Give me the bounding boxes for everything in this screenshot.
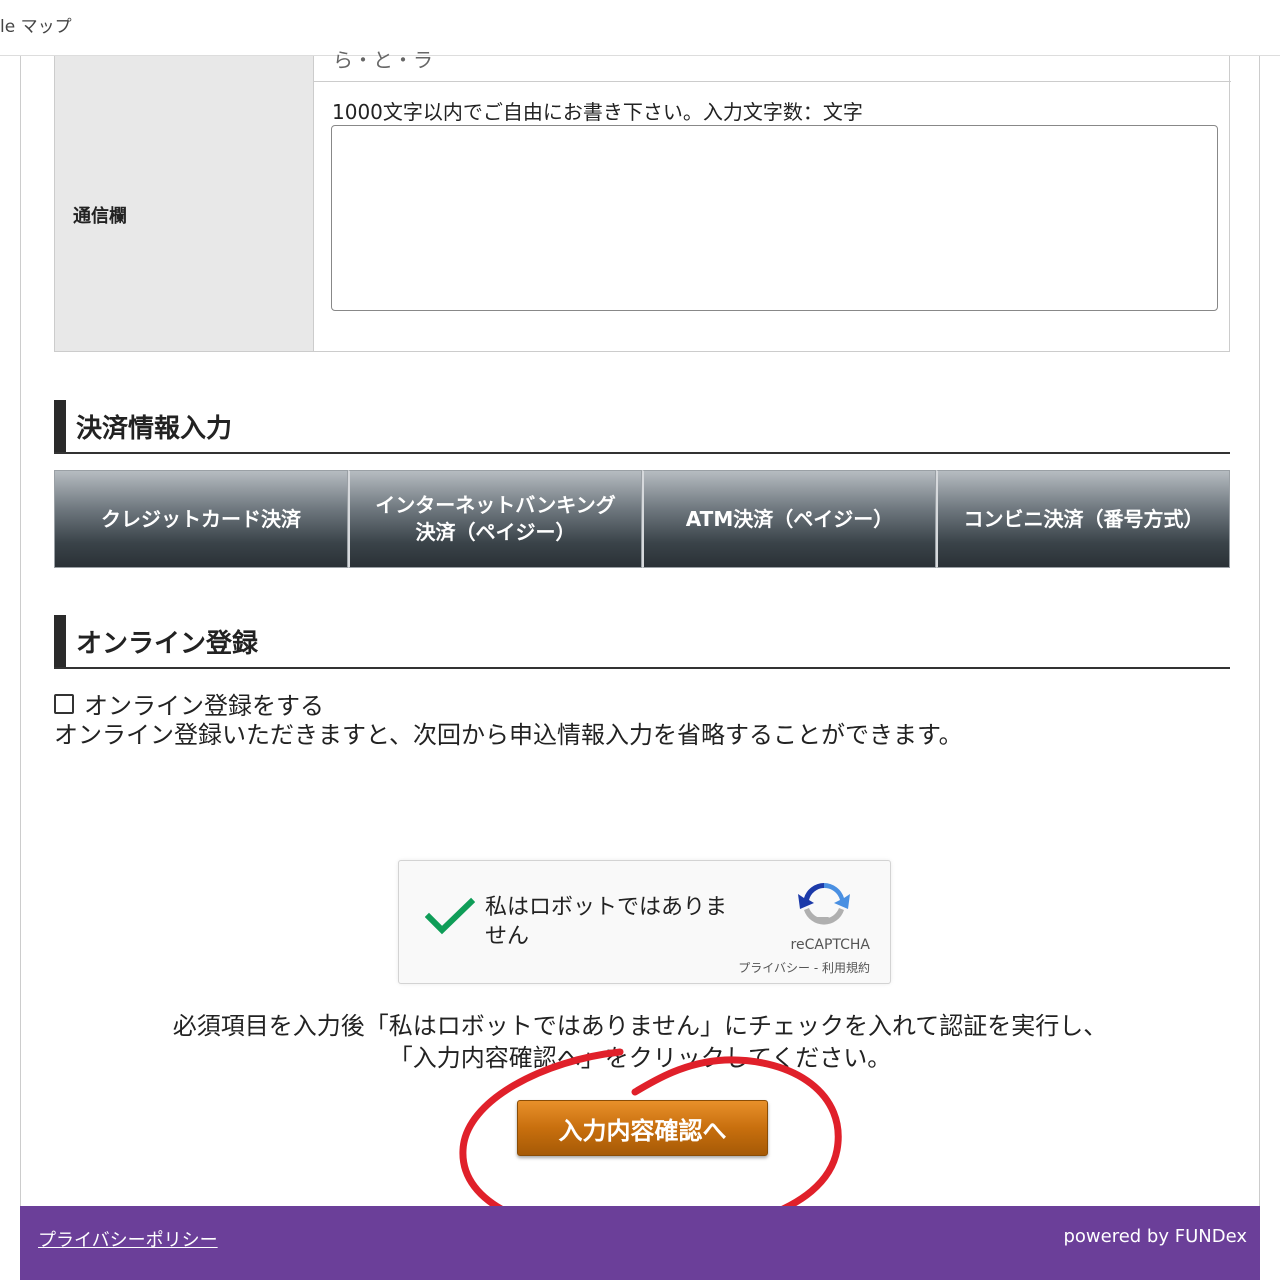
recaptcha-logo-icon [798,883,850,925]
checkmark-icon[interactable] [425,897,475,937]
tab-internet-banking-label-line1: インターネットバンキング [375,493,616,517]
instructions-line2: 「入力内容確認へ」をクリックしてください。 [388,1044,892,1072]
footer: プライバシーポリシー powered by FUNDex [20,1206,1260,1280]
browser-tab-strip: le マップ [0,0,1280,56]
submit-instructions: 必須項目を入力後「私はロボットではありません」にチェックを入れて認証を実行し、 … [0,1010,1280,1074]
confirm-input-button[interactable]: 入力内容確認へ [517,1100,768,1156]
privacy-policy-link[interactable]: プライバシーポリシー [38,1226,218,1252]
tab-internet-banking[interactable]: インターネットバンキング 決済（ペイジー） [348,470,642,568]
payment-method-tabs: クレジットカード決済 インターネットバンキング 決済（ペイジー） ATM決済（ペ… [54,470,1230,568]
instructions-line1: 必須項目を入力後「私はロボットではありません」にチェックを入れて認証を実行し、 [172,1012,1108,1040]
recaptcha-brand: reCAPTCHA [790,937,870,953]
tab-internet-banking-label-line2: 決済（ペイジー） [415,520,576,544]
recaptcha-label[interactable]: 私はロボットではありません [485,893,745,951]
payment-section-title: 決済情報入力 [76,414,233,444]
tab-convenience-store-label: コンビニ決済（番号方式） [963,506,1204,531]
payment-section-heading: 決済情報入力 [54,400,1230,454]
recaptcha-widget: 私はロボットではありません reCAPTCHA プライバシー - 利用規約 [398,860,891,984]
tab-atm-label: ATM決済（ペイジー） [685,506,894,531]
message-field-hint: 1000文字以内でご自由にお書き下さい。入力文字数：文字 [332,100,863,124]
form-row-message-header: 通信欄 [55,82,314,351]
tab-credit-card-label: クレジットカード決済 [101,506,301,531]
online-section-heading: オンライン登録 [54,615,1230,669]
powered-by-text: powered by FUNDex [1063,1226,1247,1247]
message-textarea[interactable] [331,125,1218,311]
tab-atm[interactable]: ATM決済（ペイジー） [642,470,936,568]
form-table: ら・と・ラ 通信欄 1000文字以内でご自由にお書き下さい。入力文字数：文字 [54,48,1231,352]
online-register-checkbox[interactable] [54,693,74,714]
browser-tab-label[interactable]: le マップ [0,12,72,37]
form-row-message: 通信欄 1000文字以内でご自由にお書き下さい。入力文字数：文字 [55,82,1231,351]
online-section-title: オンライン登録 [76,629,259,659]
heading-accent-bar [54,400,66,452]
recaptcha-links[interactable]: プライバシー - 利用規約 [738,959,870,976]
form-row-previous-value: ら・と・ラ [333,48,433,72]
message-field-label: 通信欄 [73,206,127,227]
heading-accent-bar [54,615,66,667]
online-register-note: オンライン登録いただきますと、次回から申込情報入力を省略することができます。 [54,721,963,749]
tab-convenience-store[interactable]: コンビニ決済（番号方式） [936,470,1230,568]
form-row-previous: ら・と・ラ [55,48,1231,82]
tab-credit-card[interactable]: クレジットカード決済 [54,470,348,568]
form-row-previous-header [55,56,314,82]
